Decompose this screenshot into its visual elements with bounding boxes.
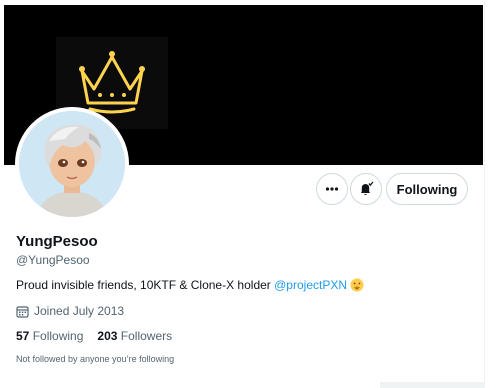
profile-bio: Proud invisible friends, 10KTF & Clone-X…: [16, 278, 364, 292]
bio-text: Proud invisible friends, 10KTF & Clone-X…: [16, 278, 275, 292]
profile-follow-counts: 57 Following 203 Followers: [16, 329, 172, 343]
following-count: 57: [16, 329, 30, 343]
profile-page: Following YungPesoo @YungPesoo Proud inv…: [0, 0, 499, 388]
profile-handle: @YungPesoo: [16, 253, 90, 267]
shushing-face-emoji-icon: [350, 278, 364, 292]
following-count-link[interactable]: 57 Following: [16, 329, 83, 343]
joined-text: Joined July 2013: [34, 304, 125, 318]
scroll-indicator: [380, 382, 484, 388]
avatar-frame[interactable]: [15, 107, 129, 221]
page-right-gutter: [484, 0, 499, 388]
profile-joined-date: Joined July 2013: [16, 304, 124, 318]
more-icon: [325, 187, 339, 191]
avatar: [19, 111, 125, 217]
bell-notification-icon: [361, 181, 374, 195]
calendar-icon: [16, 305, 29, 318]
profile-display-name: YungPesoo: [16, 233, 98, 250]
followers-count-link[interactable]: 203 Followers: [97, 329, 172, 343]
bio-mention-link[interactable]: @projectPXN: [274, 278, 347, 292]
followers-count: 203: [97, 329, 118, 343]
notifications-button[interactable]: [350, 173, 382, 205]
following-button[interactable]: Following: [386, 173, 468, 205]
not-followed-note: Not followed by anyone you’re following: [16, 354, 175, 364]
following-label: Following: [32, 329, 84, 343]
avatar-character-image: [19, 111, 125, 217]
more-options-button[interactable]: [316, 173, 348, 205]
followers-label: Followers: [120, 329, 173, 343]
